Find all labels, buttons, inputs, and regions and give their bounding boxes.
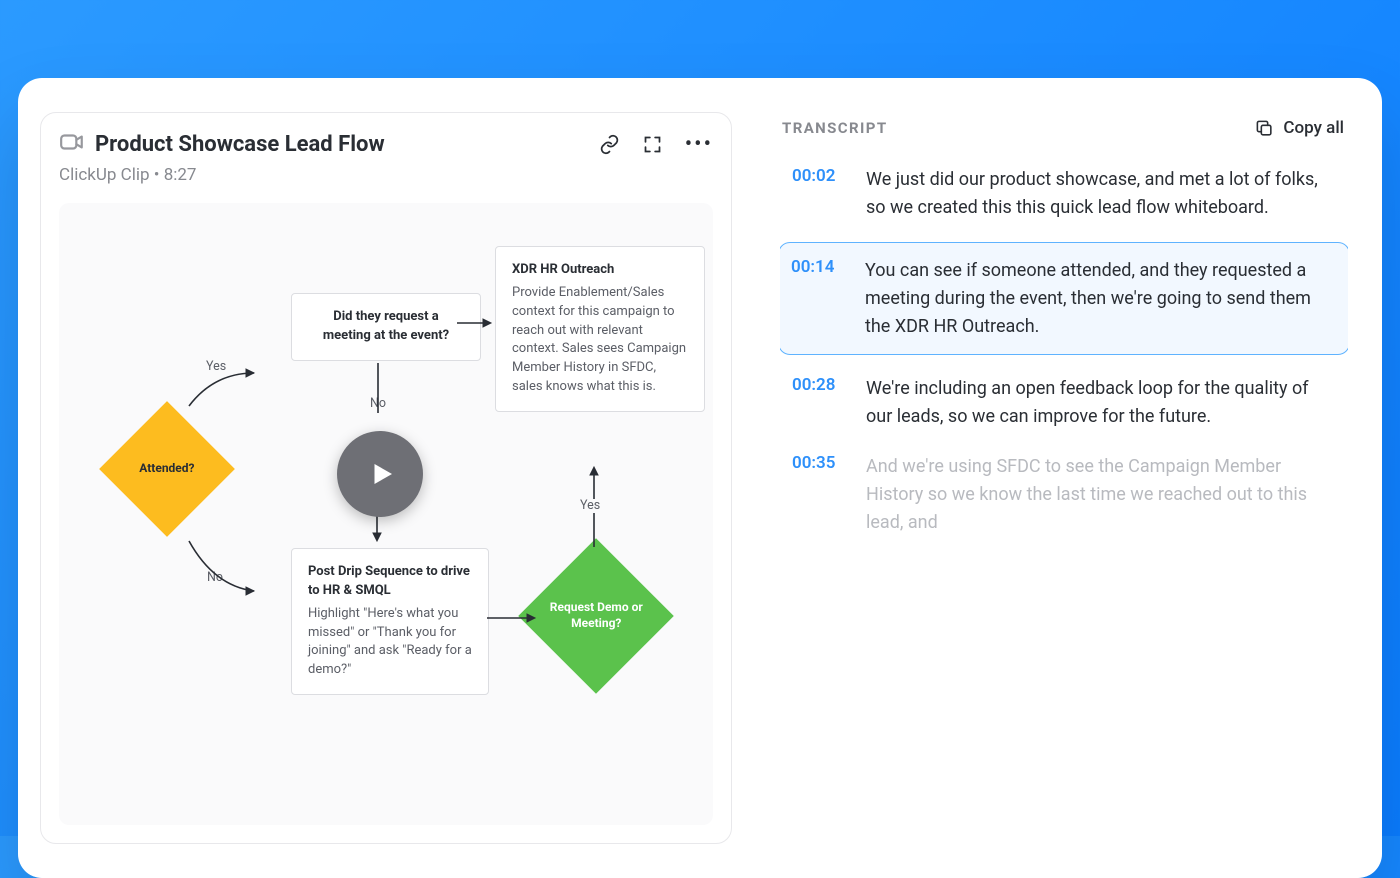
- clip-source: ClickUp Clip: [59, 165, 150, 185]
- video-icon: [59, 129, 85, 159]
- transcript-header: TRANSCRIPT Copy all: [780, 118, 1348, 166]
- transcript-timestamp[interactable]: 00:14: [783, 257, 837, 341]
- transcript-row[interactable]: 00:02 We just did our product showcase, …: [780, 166, 1348, 222]
- expand-icon[interactable]: [642, 134, 663, 155]
- clip-card: Product Showcase Lead Flow ••• ClickUp C…: [40, 112, 732, 844]
- node-post-drip: Post Drip Sequence to drive to HR & SMQL…: [291, 548, 489, 695]
- transcript-text: You can see if someone attended, and the…: [865, 257, 1335, 341]
- node-post-title: Post Drip Sequence to drive to HR & SMQL: [308, 563, 472, 601]
- transcript-heading: TRANSCRIPT: [782, 119, 888, 137]
- clip-duration: 8:27: [164, 165, 197, 185]
- clip-meta: ClickUp Clip • 8:27: [59, 165, 713, 185]
- clip-actions: •••: [599, 132, 713, 157]
- link-icon[interactable]: [599, 134, 620, 155]
- node-request-demo-label: Request Demo or Meeting?: [541, 600, 651, 631]
- edge-arrow: [372, 363, 388, 423]
- separator: •: [154, 165, 160, 185]
- more-icon[interactable]: •••: [685, 132, 713, 157]
- transcript-row-active[interactable]: 00:14 You can see if someone attended, a…: [780, 242, 1348, 356]
- node-meeting-question: Did they request a meeting at the event?: [291, 293, 481, 361]
- edge-arrow: [184, 368, 284, 408]
- transcript-pane: TRANSCRIPT Copy all 00:02 We just did ou…: [780, 112, 1348, 844]
- fade-overlay: [780, 724, 1348, 844]
- transcript-timestamp[interactable]: 00:28: [784, 375, 838, 431]
- edge-arrow: [457, 315, 497, 331]
- transcript-row[interactable]: 00:35 And we're using SFDC to see the Ca…: [780, 453, 1348, 537]
- node-xdr-outreach: XDR HR Outreach Provide Enablement/Sales…: [495, 246, 705, 412]
- transcript-text: And we're using SFDC to see the Campaign…: [866, 453, 1334, 537]
- whiteboard-canvas: Attended? Did they request a meeting at …: [59, 203, 713, 825]
- edge-arrow: [487, 610, 541, 626]
- transcript-list: 00:02 We just did our product showcase, …: [780, 166, 1348, 844]
- node-post-body: Highlight "Here's what you missed" or "T…: [308, 606, 472, 678]
- node-meeting-question-text: Did they request a meeting at the event?: [308, 308, 464, 346]
- edge-arrow: [586, 463, 602, 555]
- clip-header: Product Showcase Lead Flow •••: [59, 129, 713, 159]
- copy-all-label: Copy all: [1283, 118, 1344, 138]
- transcript-text: We just did our product showcase, and me…: [866, 166, 1334, 222]
- transcript-row[interactable]: 00:28 We're including an open feedback l…: [780, 375, 1348, 431]
- play-icon: [367, 459, 397, 489]
- node-request-demo: Request Demo or Meeting?: [518, 538, 674, 694]
- node-attended: Attended?: [99, 401, 235, 537]
- play-button[interactable]: [337, 431, 423, 517]
- node-xdr-body: Provide Enablement/Sales context for thi…: [512, 285, 686, 394]
- node-xdr-title: XDR HR Outreach: [512, 261, 688, 280]
- transcript-text: We're including an open feedback loop fo…: [866, 375, 1334, 431]
- copy-icon: [1255, 119, 1274, 138]
- node-attended-label: Attended?: [139, 461, 194, 477]
- clip-title: Product Showcase Lead Flow: [95, 132, 385, 157]
- edge-arrow: [184, 536, 284, 596]
- copy-all-button[interactable]: Copy all: [1255, 118, 1344, 138]
- transcript-timestamp[interactable]: 00:02: [784, 166, 838, 222]
- app-window: Product Showcase Lead Flow ••• ClickUp C…: [18, 78, 1382, 878]
- transcript-timestamp[interactable]: 00:35: [784, 453, 838, 537]
